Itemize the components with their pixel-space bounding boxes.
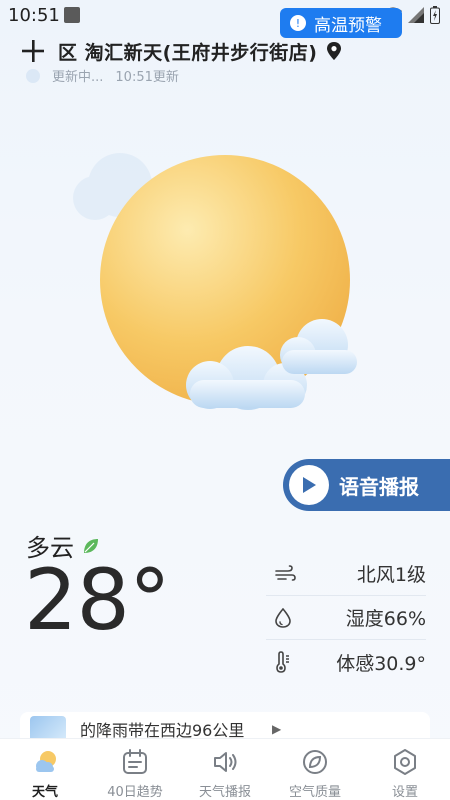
current-temperature: 28°: [24, 551, 171, 649]
updating-text: 更新中...: [52, 70, 104, 85]
feels-like-value: 体感30.9°: [336, 652, 426, 675]
speaker-icon: [214, 752, 237, 772]
wind-icon: [275, 564, 296, 581]
warning-icon: !: [290, 15, 306, 31]
updated-time: 10:51更新: [115, 70, 179, 85]
humidity-row: 湿度66%: [266, 596, 426, 640]
calendar-icon: [123, 749, 147, 774]
thermometer-icon: [276, 651, 289, 673]
notification-icon: [64, 7, 80, 23]
signal-icon: [408, 7, 424, 23]
wind-row: 北风1级: [266, 552, 426, 596]
nav-label-air: 空气质量: [288, 785, 341, 800]
weather-icon: [36, 751, 56, 772]
weather-illustration: [73, 153, 357, 410]
battery-icon: [430, 6, 440, 24]
humidity-icon: [275, 607, 291, 628]
heat-warning-label: 高温预警: [314, 15, 382, 36]
wind-value: 北风1级: [356, 564, 426, 586]
voice-broadcast-label: 语音播报: [339, 474, 419, 499]
weather-details: 北风1级 湿度66% 体感30.9°: [266, 552, 426, 684]
play-arrow-icon: ▶: [272, 722, 282, 736]
update-status: 更新中... 10:51更新: [26, 66, 179, 85]
nav-label-broadcast: 天气播报: [198, 785, 251, 800]
nav-air-quality[interactable]: 空气质量: [270, 739, 360, 800]
humidity-value: 湿度66%: [345, 608, 426, 630]
voice-broadcast-button[interactable]: 语音播报: [283, 459, 450, 511]
feels-like-row: 体感30.9°: [266, 640, 426, 684]
bottom-nav: 天气 40日趋势 天气播报 空气质量 设置: [0, 738, 450, 800]
nav-label-settings: 设置: [391, 785, 418, 800]
nav-label-weather: 天气: [31, 785, 58, 800]
refresh-icon: [26, 68, 40, 83]
nav-label-40day: 40日趋势: [107, 785, 163, 800]
air-leaf-icon: [303, 750, 327, 774]
play-icon: [289, 465, 329, 505]
heat-warning-button[interactable]: ! 高温预警: [280, 8, 402, 38]
location-title[interactable]: 区 淘汇新天(王府井步行街店): [58, 38, 317, 65]
add-city-button[interactable]: [20, 38, 46, 64]
status-time: 10:51: [8, 5, 60, 26]
nav-settings[interactable]: 设置: [360, 739, 450, 800]
nav-weather-broadcast[interactable]: 天气播报: [180, 739, 270, 800]
nav-40day-trend[interactable]: 40日趋势: [90, 739, 180, 800]
location-pin-icon: [327, 42, 341, 60]
nav-weather[interactable]: 天气: [0, 739, 90, 800]
gear-icon: [394, 749, 416, 775]
